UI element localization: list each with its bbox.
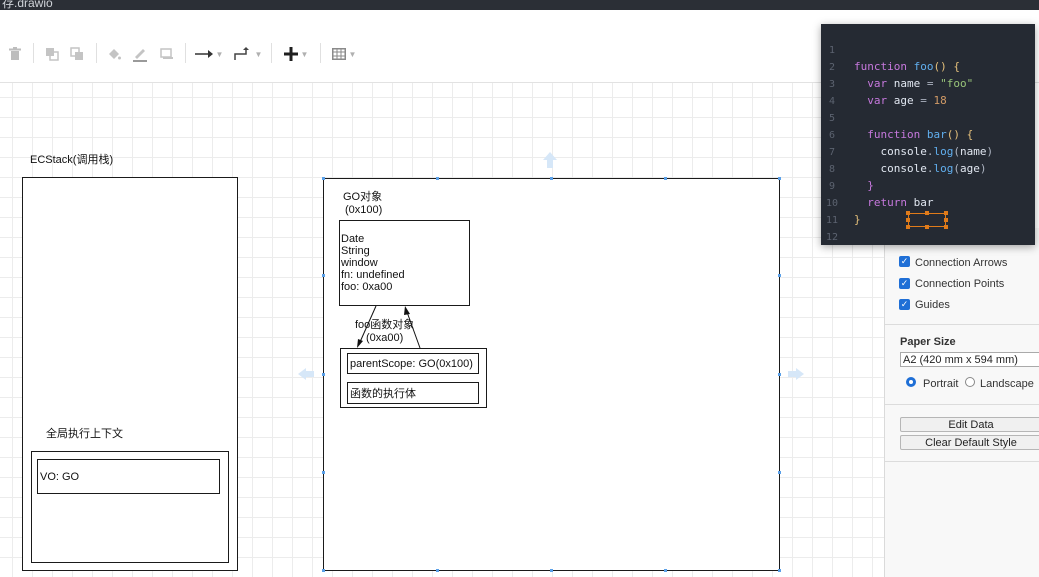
paper-size-heading: Paper Size [900,336,956,348]
window-title: 存.drawio [2,0,53,10]
guides-checkbox[interactable]: ✓ [899,299,910,310]
portrait-radio[interactable] [906,377,916,387]
landscape-radio[interactable] [965,377,975,387]
go-member: Date [341,233,365,245]
code-line: 5 function bar() { [828,113,974,141]
selection-handle[interactable] [322,471,325,474]
selection-handle[interactable] [322,569,325,572]
insert-icon[interactable]: ▼ [280,43,312,65]
hover-arrow-up-icon[interactable] [540,150,560,170]
go-member: fn: undefined [341,269,405,281]
selection-handle[interactable] [322,177,325,180]
code-line: 4 [828,96,836,107]
portrait-label: Portrait [923,378,959,390]
connection-arrows-label: Connection Arrows [915,257,1008,269]
paper-size-select[interactable]: A2 (420 mm x 594 mm) [900,352,1039,367]
waypoints-icon[interactable]: ▼ [232,43,264,65]
code-line: 9 return bar [828,181,934,209]
delete-icon[interactable] [6,43,24,65]
hover-arrow-right-icon[interactable] [786,366,806,382]
table-icon[interactable]: ▼ [328,43,360,65]
code-line: 3 var age = 18 [828,79,947,107]
code-line: 10 } [825,198,861,226]
selection-handle[interactable] [778,373,781,376]
hover-arrow-left-icon[interactable] [296,366,316,382]
go-address: (0x100) [345,204,383,216]
selection-handle[interactable] [436,177,439,180]
selection-handle[interactable] [322,373,325,376]
clear-default-style-button[interactable]: Clear Default Style [900,435,1039,450]
connection-points-label: Connection Points [915,278,1005,290]
selection-handle[interactable] [550,177,553,180]
go-member: window [341,257,378,269]
fill-color-icon[interactable] [104,43,124,65]
vo-box[interactable]: VO: GO [37,459,220,494]
global-context-label: 全局执行上下文 [46,428,123,440]
go-member: foo: 0xa00 [341,281,393,293]
connection-points-checkbox[interactable]: ✓ [899,278,910,289]
shadow-icon[interactable] [156,43,178,65]
code-line: 8 } [828,164,874,192]
go-object-box[interactable]: Date String window fn: undefined foo: 0x… [339,220,470,306]
selection-handle[interactable] [778,274,781,277]
line-color-icon[interactable] [129,43,151,65]
guides-label: Guides [915,299,950,311]
to-front-icon[interactable] [42,43,62,65]
connection-arrows-checkbox[interactable]: ✓ [899,256,910,267]
selection-handle[interactable] [778,569,781,572]
parent-scope-box[interactable]: parentScope: GO(0x100) [347,353,479,374]
edit-data-button[interactable]: Edit Data [900,417,1039,432]
connection-icon[interactable]: ▼ [193,43,225,65]
selection-handle[interactable] [778,177,781,180]
selection-handle[interactable] [550,569,553,572]
code-editor-overlay[interactable]: 1 function foo() { 2 var name = "foo" 3 … [821,24,1035,245]
to-back-icon[interactable] [67,43,87,65]
code-line: 13 fn() [821,231,1035,245]
ecstack-label: ECStack(调用栈) [30,154,114,166]
reference-arrows[interactable] [340,296,440,356]
func-body-box[interactable]: 函数的执行体 [347,382,479,404]
go-member: String [341,245,370,257]
selection-handle[interactable] [664,569,667,572]
landscape-label: Landscape [980,378,1034,390]
selection-handle[interactable] [322,274,325,277]
func-body-label: 函数的执行体 [350,388,416,400]
selection-handle[interactable] [436,569,439,572]
code-line: 1 function foo() { [828,45,960,73]
vo-label: VO: GO [40,471,80,483]
code-line: 6 console.log(name) [828,130,994,158]
format-panel: ✓ Connection Arrows ✓ Connection Points … [884,228,1039,577]
window-title-bar: 存.drawio [0,0,1039,10]
code-line: 2 var name = "foo" [828,62,974,90]
go-title: GO对象 [343,191,383,203]
selection-handle[interactable] [664,177,667,180]
parent-scope-label: parentScope: GO(0x100) [350,358,473,370]
selection-handle[interactable] [778,471,781,474]
code-line: 7 console.log(age) [828,147,987,175]
